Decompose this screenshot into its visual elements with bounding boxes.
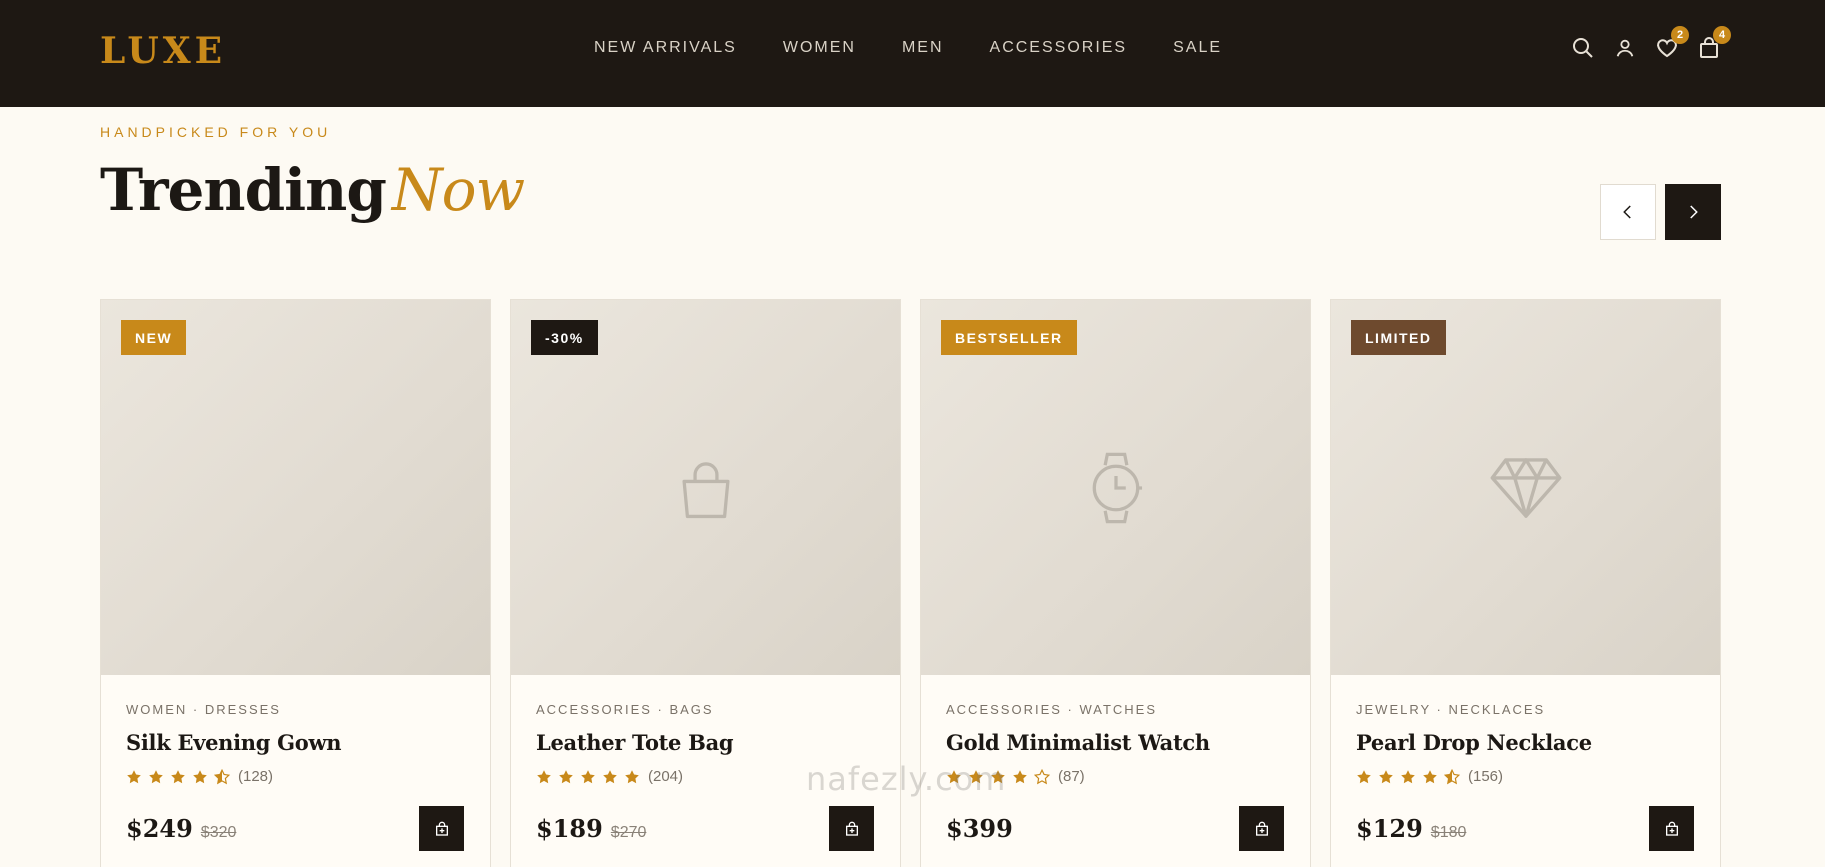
nav-women[interactable]: WOMEN — [783, 39, 856, 57]
add-to-cart-button[interactable] — [419, 806, 464, 851]
star-half-icon — [1444, 768, 1460, 784]
star-full-icon — [1423, 769, 1437, 783]
add-to-bag-icon — [1255, 821, 1268, 836]
add-to-bag-icon — [845, 821, 858, 836]
product-image[interactable] — [511, 300, 900, 675]
nav-new-arrivals[interactable]: NEW ARRIVALS — [594, 39, 737, 57]
star-rating — [1356, 768, 1460, 785]
site-header: LUXE NEW ARRIVALS WOMEN MEN ACCESSORIES … — [0, 0, 1825, 107]
add-to-cart-button[interactable] — [829, 806, 874, 851]
product-tag: -30% — [531, 320, 598, 355]
brand-logo[interactable]: LUXE — [100, 30, 226, 72]
star-rating — [536, 769, 640, 785]
section-eyebrow: HANDPICKED FOR YOU — [100, 124, 332, 140]
product-price: $399 — [946, 814, 1013, 843]
product-name[interactable]: Silk Evening Gown — [126, 730, 342, 755]
product-price: $129 $180 — [1356, 814, 1466, 843]
search-icon — [1573, 38, 1593, 58]
product-rating: (128) — [126, 768, 273, 785]
star-full-icon — [193, 769, 207, 783]
product-category: JEWELRY · NECKLACES — [1356, 702, 1546, 717]
review-count: (204) — [648, 768, 684, 785]
section-title-accent: Now — [391, 156, 525, 224]
product-image[interactable] — [921, 300, 1310, 675]
nav-sale[interactable]: SALE — [1173, 39, 1222, 57]
add-to-cart-button[interactable] — [1649, 806, 1694, 851]
star-full-icon — [1401, 769, 1415, 783]
watermark: nafezly.com — [806, 760, 1007, 798]
user-icon — [1616, 39, 1634, 57]
current-price: $189 — [536, 814, 603, 843]
diamond-icon — [1490, 457, 1561, 518]
product-rating: (204) — [536, 768, 683, 785]
product-image[interactable] — [101, 300, 490, 675]
star-full-icon — [171, 769, 185, 783]
review-count: (156) — [1468, 768, 1504, 785]
star-half-icon — [214, 768, 230, 784]
nav-accessories[interactable]: ACCESSORIES — [990, 39, 1128, 57]
wishlist-count-badge: 2 — [1671, 26, 1689, 44]
cart-count-badge: 4 — [1713, 26, 1731, 44]
star-rating — [126, 768, 230, 785]
product-category: ACCESSORIES · BAGS — [536, 702, 714, 717]
product-card[interactable]: NEW WOMEN · DRESSES Silk Evening Gown (1… — [100, 299, 491, 867]
product-price: $189 $270 — [536, 814, 646, 843]
carousel-prev-button[interactable] — [1600, 184, 1656, 240]
star-full-icon — [127, 769, 141, 783]
current-price: $129 — [1356, 814, 1423, 843]
add-to-cart-button[interactable] — [1239, 806, 1284, 851]
section-title: Trending Now — [100, 156, 525, 224]
watch-icon — [1092, 452, 1142, 523]
section-title-main: Trending — [100, 156, 387, 224]
product-name[interactable]: Gold Minimalist Watch — [946, 730, 1210, 755]
handbag-icon — [681, 461, 730, 518]
product-tag: BESTSELLER — [941, 320, 1077, 355]
original-price: $180 — [1430, 824, 1467, 841]
product-tag: LIMITED — [1351, 320, 1446, 355]
cart-button[interactable]: 4 — [1695, 26, 1731, 62]
star-full-icon — [1013, 769, 1027, 783]
star-full-icon — [1357, 769, 1371, 783]
chevron-left-icon — [1623, 205, 1631, 219]
star-full-icon — [581, 769, 595, 783]
product-name[interactable]: Pearl Drop Necklace — [1356, 730, 1592, 755]
chevron-right-icon — [1690, 205, 1698, 219]
star-empty-icon — [1034, 768, 1050, 784]
product-tag: NEW — [121, 320, 187, 355]
add-to-bag-icon — [1665, 821, 1678, 836]
product-card[interactable]: LIMITED JEWELRY · NECKLACES Pearl Drop N… — [1330, 299, 1721, 867]
add-to-bag-icon — [435, 821, 448, 836]
product-image[interactable] — [1331, 300, 1720, 675]
star-full-icon — [559, 769, 573, 783]
review-count: (128) — [238, 768, 274, 785]
star-full-icon — [149, 769, 163, 783]
star-full-icon — [537, 769, 551, 783]
star-full-icon — [1379, 769, 1393, 783]
original-price: $320 — [200, 824, 237, 841]
review-count: (87) — [1058, 768, 1085, 785]
current-price: $249 — [126, 814, 193, 843]
product-price: $249 $320 — [126, 814, 236, 843]
carousel-next-button[interactable] — [1665, 184, 1721, 240]
star-full-icon — [625, 769, 639, 783]
star-full-icon — [603, 769, 617, 783]
nav-men[interactable]: MEN — [902, 39, 944, 57]
product-rating: (156) — [1356, 768, 1503, 785]
account-button[interactable] — [1611, 34, 1639, 62]
product-category: WOMEN · DRESSES — [126, 702, 281, 717]
product-name[interactable]: Leather Tote Bag — [536, 730, 734, 755]
main-nav: NEW ARRIVALS WOMEN MEN ACCESSORIES SALE — [594, 39, 1222, 57]
current-price: $399 — [946, 814, 1013, 843]
wishlist-button[interactable]: 2 — [1653, 26, 1689, 62]
search-button[interactable] — [1569, 34, 1597, 62]
original-price: $270 — [610, 824, 647, 841]
product-category: ACCESSORIES · WATCHES — [946, 702, 1158, 717]
